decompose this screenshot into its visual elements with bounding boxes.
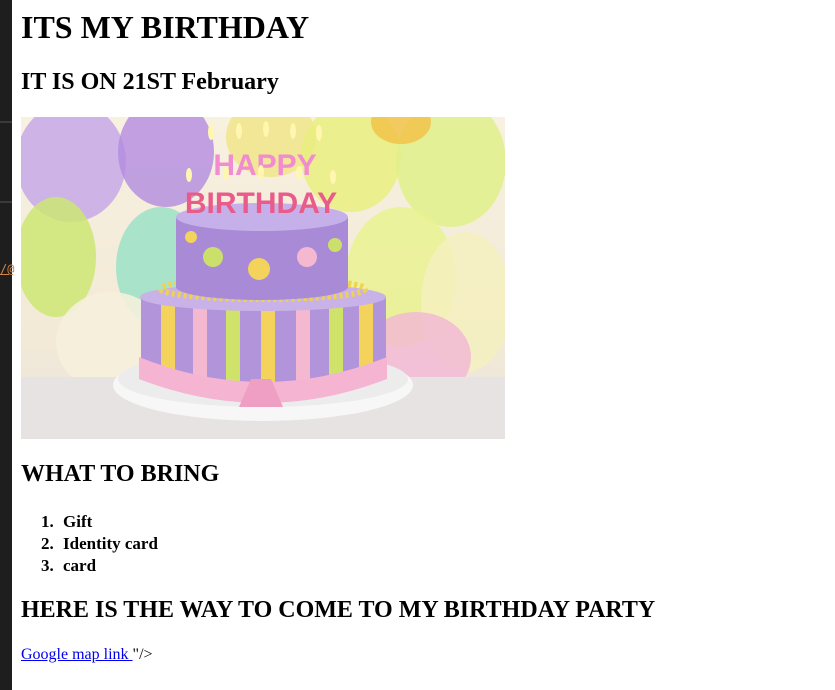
birthday-cake-image: HAPPY BIRTHDAY [21, 117, 505, 439]
list-item-label: Identity card [63, 534, 158, 553]
page-title: ITS MY BIRTHDAY [21, 9, 310, 45]
list-item-label: Gift [63, 512, 93, 531]
list-item: 3. card [41, 555, 158, 577]
list-item: 2. Identity card [41, 533, 158, 555]
directions-heading: HERE IS THE WAY TO COME TO MY BIRTHDAY P… [21, 597, 656, 623]
editor-edge-strip: /@ [0, 0, 15, 690]
divider [0, 121, 12, 123]
list-item-number: 3. [41, 556, 54, 575]
google-map-link[interactable]: Google map link [21, 646, 133, 663]
list-item: 1. Gift [41, 511, 158, 533]
cake-photo-illustration: HAPPY BIRTHDAY [21, 117, 505, 439]
list-item-number: 1. [41, 512, 54, 531]
date-heading: IT IS ON 21ST February [21, 69, 279, 95]
stray-markup-text: "/> [132, 646, 153, 663]
what-to-bring-heading: WHAT TO BRING [21, 461, 220, 487]
divider [0, 201, 12, 203]
list-item-number: 2. [41, 534, 54, 553]
editor-code-fragment: /@ [0, 262, 15, 276]
birthday-lettering: BIRTHDAY [185, 187, 337, 220]
map-link-line: Google map link "/> [21, 644, 153, 666]
bring-list: 1. Gift 2. Identity card 3. card [41, 511, 158, 577]
list-item-label: card [63, 556, 97, 575]
